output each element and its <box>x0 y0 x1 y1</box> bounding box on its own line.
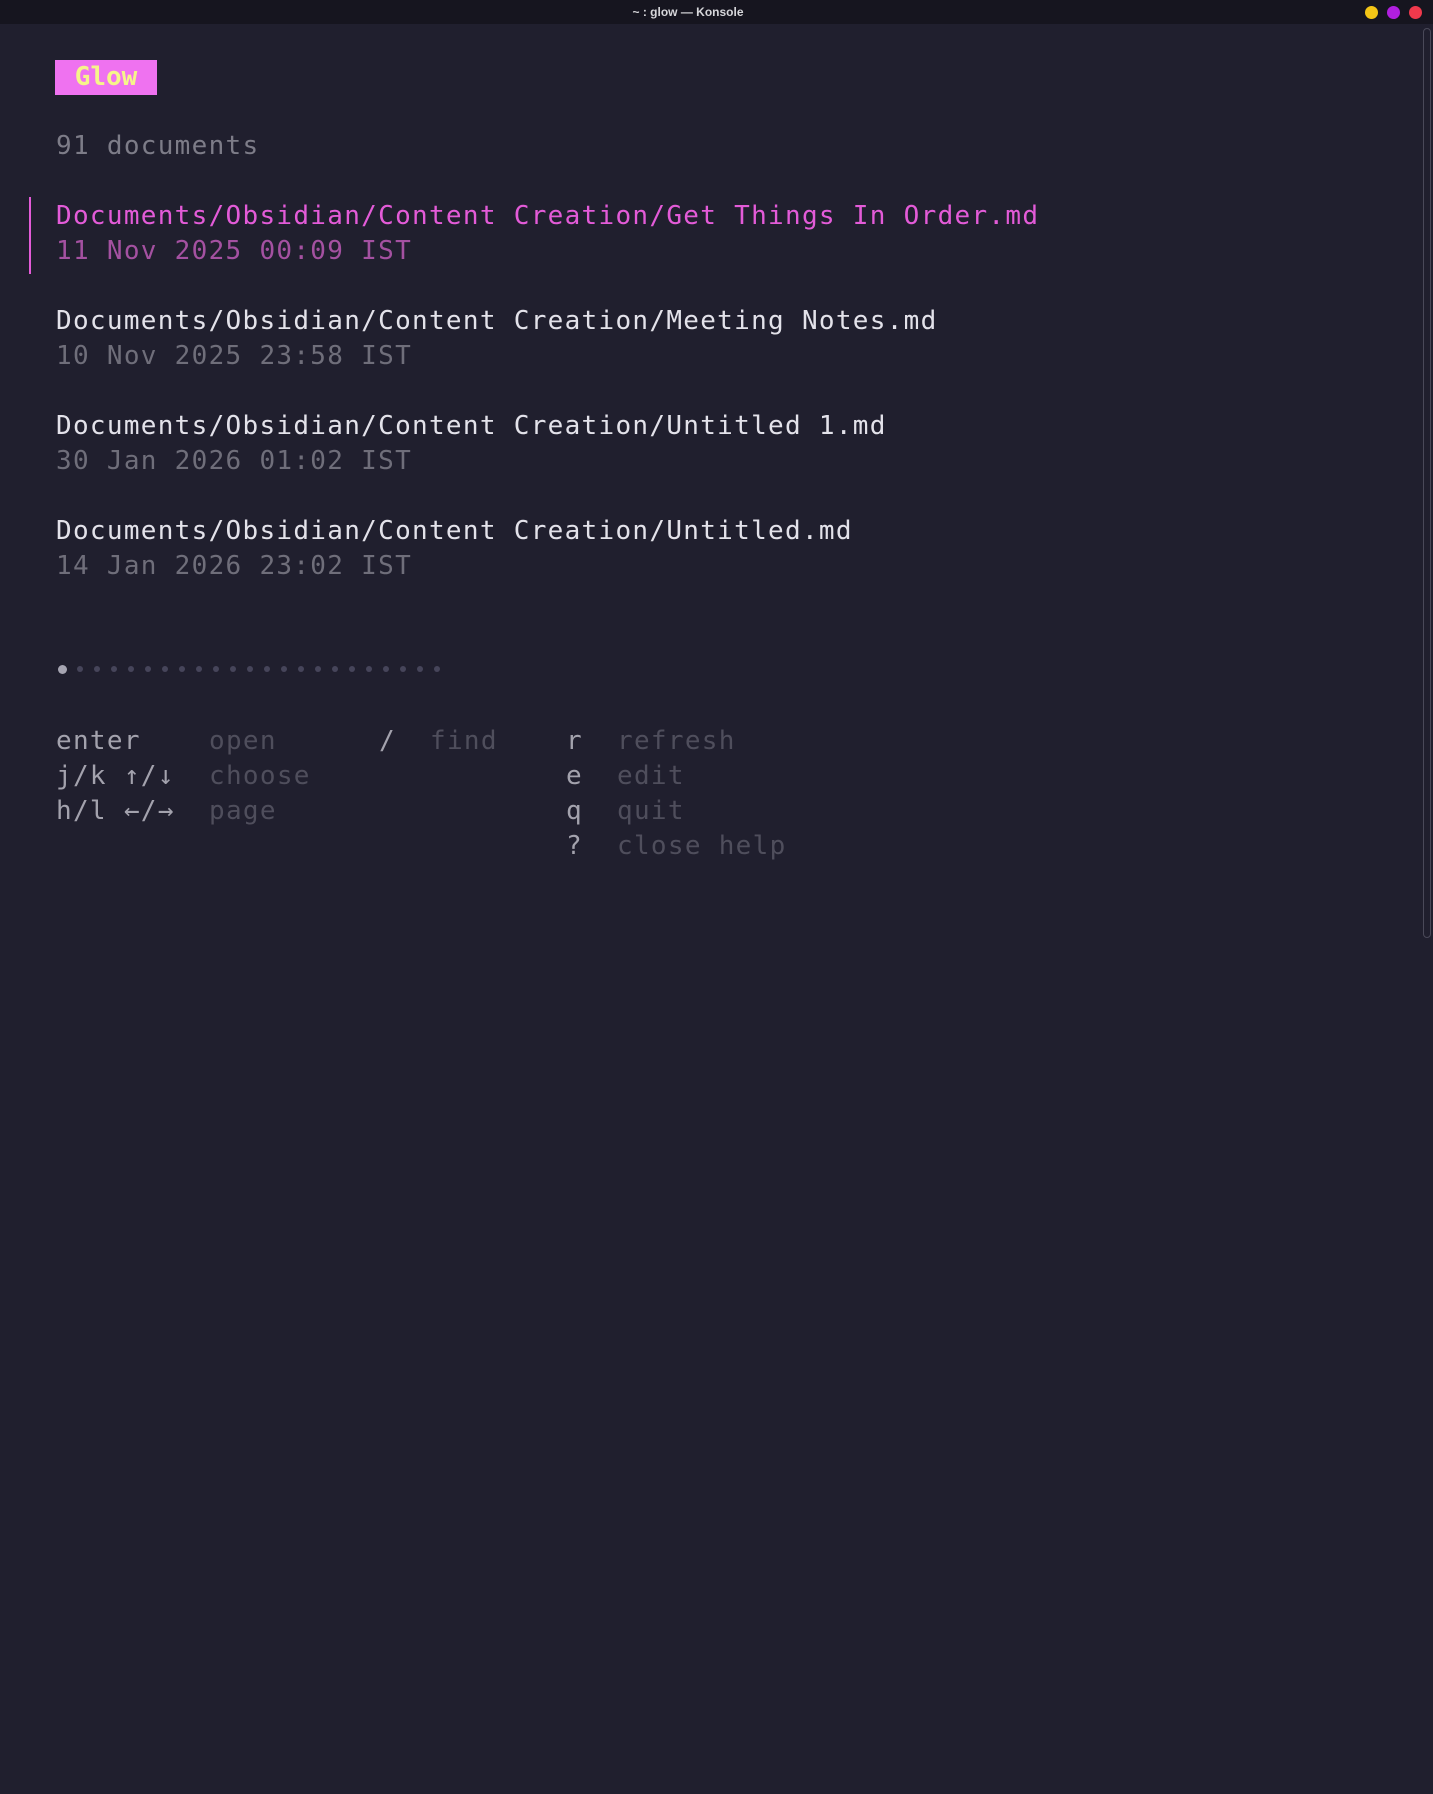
page-dot[interactable] <box>348 666 355 672</box>
scrollbar[interactable] <box>1423 28 1431 938</box>
page-dot[interactable] <box>76 666 83 672</box>
terminal-view[interactable]: Glow 91 documents Documents/Obsidian/Con… <box>0 24 1433 942</box>
help-desc: page <box>209 796 277 826</box>
close-button[interactable] <box>1409 6 1422 19</box>
page-dot[interactable] <box>280 666 287 672</box>
help-key: r <box>566 726 583 756</box>
page-dot[interactable] <box>144 666 151 672</box>
document-list: Documents/Obsidian/Content Creation/Get … <box>0 201 1433 1014</box>
document-date: 11 Nov 2025 00:09 IST <box>56 236 413 266</box>
window-titlebar[interactable]: ~ : glow — Konsole <box>0 0 1433 24</box>
help-key: enter <box>56 726 141 756</box>
maximize-button[interactable] <box>1387 6 1400 19</box>
selection-indicator <box>29 197 31 274</box>
page-dot[interactable] <box>314 666 321 672</box>
page-dot[interactable] <box>246 666 253 672</box>
help-desc: close help <box>617 831 787 861</box>
help-desc: refresh <box>617 726 736 756</box>
document-title[interactable]: Documents/Obsidian/Content Creation/Get … <box>56 198 1039 234</box>
help-key: h/l ←/→ <box>56 796 175 826</box>
page-dot[interactable] <box>263 666 270 672</box>
help-desc: quit <box>617 796 685 826</box>
document-title[interactable]: Documents/Obsidian/Content Creation/Meet… <box>56 303 938 339</box>
page-dot[interactable] <box>382 666 389 672</box>
page-dot[interactable] <box>365 666 372 672</box>
minimize-button[interactable] <box>1365 6 1378 19</box>
help-key: e <box>566 761 583 791</box>
help-panel: enter open j/k ↑/↓ choose h/l ←/→ page /… <box>0 726 1433 1764</box>
help-key: ? <box>566 831 583 861</box>
page-dot-active[interactable] <box>58 664 67 674</box>
document-date: 10 Nov 2025 23:58 IST <box>56 341 413 371</box>
help-desc: open <box>209 726 277 756</box>
document-date: 30 Jan 2026 01:02 IST <box>56 446 413 476</box>
document-date: 14 Jan 2026 23:02 IST <box>56 551 413 581</box>
page-dot[interactable] <box>195 666 202 672</box>
help-key: / <box>379 726 396 756</box>
help-key: j/k ↑/↓ <box>56 761 175 791</box>
document-title[interactable]: Documents/Obsidian/Content Creation/Unti… <box>56 513 853 549</box>
help-desc: find <box>430 726 498 756</box>
page-dot[interactable] <box>212 666 219 672</box>
app-badge: Glow <box>55 60 157 95</box>
help-key: q <box>566 796 583 826</box>
page-dot[interactable] <box>399 666 406 672</box>
page-dot[interactable] <box>416 666 423 672</box>
page-dot[interactable] <box>178 666 185 672</box>
help-desc: edit <box>617 761 685 791</box>
page-dot[interactable] <box>433 666 440 672</box>
page-dot[interactable] <box>229 666 236 672</box>
window-title: ~ : glow — Konsole <box>632 5 744 19</box>
help-desc: choose <box>209 761 311 791</box>
document-title[interactable]: Documents/Obsidian/Content Creation/Unti… <box>56 408 887 444</box>
page-dot[interactable] <box>297 666 304 672</box>
page-dot[interactable] <box>127 666 134 672</box>
page-dot[interactable] <box>110 666 117 672</box>
document-count: 91 documents <box>56 131 260 161</box>
page-dot[interactable] <box>93 666 100 672</box>
page-dot[interactable] <box>161 666 168 672</box>
page-dot[interactable] <box>331 666 338 672</box>
